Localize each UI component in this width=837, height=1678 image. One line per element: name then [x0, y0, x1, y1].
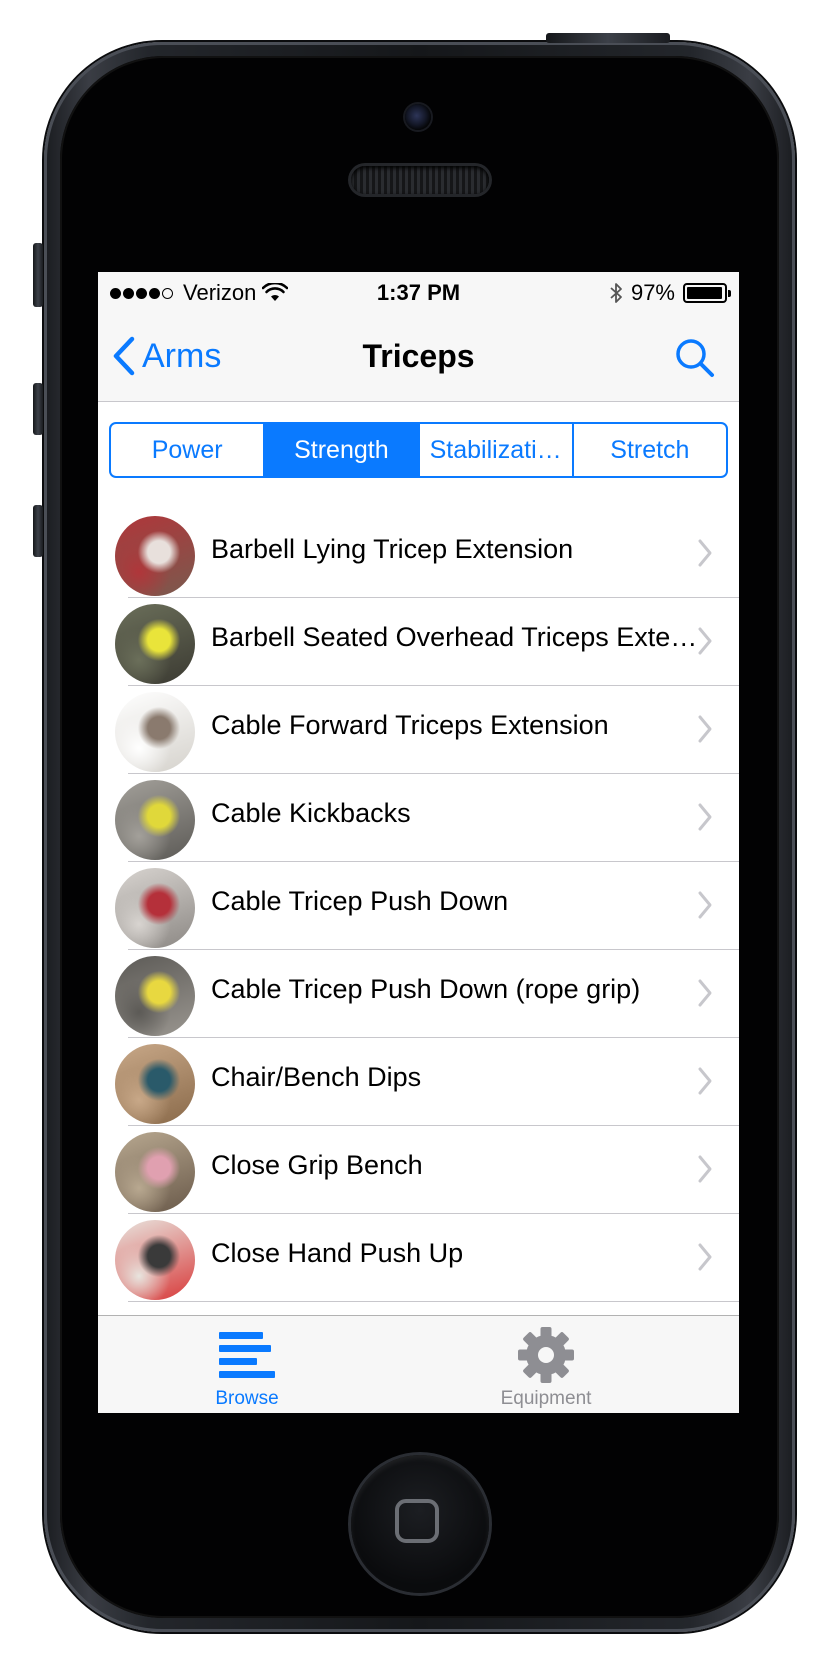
- exercise-row[interactable]: Cable Tricep Push Down: [98, 862, 739, 950]
- earpiece-speaker: [351, 166, 489, 194]
- exercise-thumbnail: [115, 868, 195, 948]
- exercise-list: Barbell Lying Tricep Extension Barbell Se…: [98, 510, 739, 1302]
- battery-tip: [728, 290, 731, 297]
- exercise-row[interactable]: Close Grip Bench: [98, 1126, 739, 1214]
- exercise-thumbnail: [115, 1044, 195, 1124]
- gear-icon: [518, 1327, 574, 1383]
- status-right: 97%: [609, 280, 731, 306]
- exercise-thumbnail: [115, 956, 195, 1036]
- battery-icon: [683, 283, 731, 303]
- exercise-row[interactable]: Barbell Lying Tricep Extension: [98, 510, 739, 598]
- chevron-right-icon: [698, 627, 712, 655]
- exercise-name: Cable Tricep Push Down (rope grip): [211, 974, 641, 1004]
- exercise-name: Close Grip Bench: [211, 1150, 423, 1180]
- chevron-right-icon: [698, 891, 712, 919]
- exercise-row[interactable]: Close Hand Push Up: [98, 1214, 739, 1302]
- exercise-row[interactable]: Cable Tricep Push Down (rope grip): [98, 950, 739, 1038]
- exercise-row[interactable]: Cable Kickbacks: [98, 774, 739, 862]
- exercise-name: Barbell Seated Overhead Triceps Exte…: [211, 622, 698, 652]
- exercise-row[interactable]: Cable Forward Triceps Extension: [98, 686, 739, 774]
- tab-browse[interactable]: Browse: [167, 1326, 327, 1410]
- category-segmented-control: Power Strength Stabilizati… Stretch: [109, 422, 728, 478]
- volume-down-button: [33, 505, 43, 557]
- segment-strength[interactable]: Strength: [265, 424, 420, 476]
- tab-bar: Browse Equipment: [98, 1315, 739, 1413]
- exercise-name: Close Hand Push Up: [211, 1238, 464, 1268]
- exercise-name: Cable Forward Triceps Extension: [211, 710, 609, 740]
- home-button-square-icon: [395, 1499, 439, 1543]
- search-icon[interactable]: [673, 336, 717, 380]
- tab-equipment[interactable]: Equipment: [466, 1326, 626, 1410]
- page-title: Triceps: [362, 338, 475, 374]
- exercise-thumbnail: [115, 516, 195, 596]
- volume-up-button: [33, 383, 43, 435]
- chevron-right-icon: [698, 979, 712, 1007]
- exercise-thumbnail: [115, 604, 195, 684]
- screen: Verizon 1:37 PM 97% Arms Triceps Power S…: [98, 272, 739, 1413]
- chevron-right-icon: [698, 1155, 712, 1183]
- chevron-right-icon: [698, 1243, 712, 1271]
- power-button: [546, 33, 670, 43]
- battery-level-fill: [687, 287, 722, 299]
- chevron-right-icon: [698, 1067, 712, 1095]
- exercise-name: Barbell Lying Tricep Extension: [211, 534, 574, 564]
- exercise-name: Cable Tricep Push Down: [211, 886, 509, 916]
- browse-icon: [219, 1332, 275, 1378]
- exercise-name: Chair/Bench Dips: [211, 1062, 422, 1092]
- navigation-bar: Arms Triceps: [98, 314, 739, 402]
- exercise-row[interactable]: Chair/Bench Dips: [98, 1038, 739, 1126]
- chevron-right-icon: [698, 715, 712, 743]
- chevron-right-icon: [698, 539, 712, 567]
- status-bar: Verizon 1:37 PM 97%: [98, 272, 739, 314]
- front-camera: [405, 104, 431, 130]
- battery-percent: 97%: [630, 280, 675, 305]
- exercise-thumbnail: [115, 1132, 195, 1212]
- tab-browse-label: Browse: [215, 1388, 279, 1409]
- exercise-thumbnail: [115, 1220, 195, 1300]
- mute-switch: [33, 243, 43, 307]
- exercise-thumbnail: [115, 692, 195, 772]
- home-button[interactable]: [351, 1455, 489, 1593]
- segment-stabilization[interactable]: Stabilizati…: [420, 424, 574, 476]
- tab-equipment-label: Equipment: [500, 1388, 592, 1409]
- chevron-right-icon: [698, 803, 712, 831]
- exercise-name: Cable Kickbacks: [211, 798, 411, 828]
- row-separator: [128, 1301, 739, 1302]
- bluetooth-icon: [610, 283, 622, 303]
- exercise-thumbnail: [115, 780, 195, 860]
- exercise-row[interactable]: Barbell Seated Overhead Triceps Exte…: [98, 598, 739, 686]
- segment-stretch[interactable]: Stretch: [574, 424, 726, 476]
- segment-power[interactable]: Power: [111, 424, 266, 476]
